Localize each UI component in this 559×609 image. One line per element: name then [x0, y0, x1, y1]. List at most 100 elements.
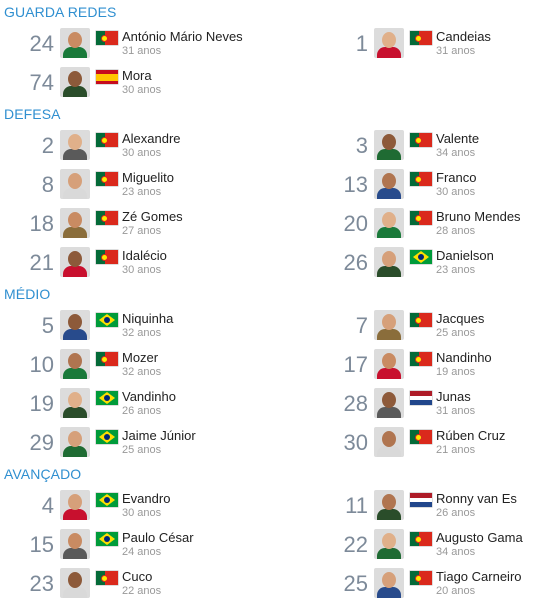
portugal-flag — [410, 430, 432, 444]
player-card[interactable]: 20 Bruno Mendes 28 anos — [330, 208, 559, 244]
shirt-number: 13 — [343, 172, 368, 197]
player-card[interactable]: 74 Mora 30 anos — [16, 67, 286, 103]
shirt-number: 4 — [41, 493, 54, 518]
player-age: 31 anos — [436, 45, 476, 57]
player-age: 31 anos — [122, 45, 162, 57]
player-photo[interactable] — [60, 247, 90, 277]
player-card[interactable]: 13 Franco 30 anos — [330, 169, 559, 205]
player-name[interactable]: Vandinho — [122, 389, 176, 404]
player-photo[interactable] — [60, 130, 90, 160]
player-photo[interactable] — [374, 310, 404, 340]
player-age: 31 anos — [436, 405, 476, 417]
player-name[interactable]: Jacques — [436, 311, 484, 326]
player-name[interactable]: Evandro — [122, 491, 170, 506]
player-age: 30 anos — [122, 507, 162, 519]
player-name[interactable]: Nandinho — [436, 350, 492, 365]
player-card[interactable]: 22 Augusto Gama 34 anos — [330, 529, 559, 565]
player-card[interactable]: 30 Rúben Cruz 21 anos — [330, 427, 559, 463]
player-name[interactable]: Jaime Júnior — [122, 428, 196, 443]
portugal-flag — [410, 532, 432, 546]
player-card[interactable]: 23 Cuco 22 anos — [16, 568, 286, 604]
player-name[interactable]: Zé Gomes — [122, 209, 183, 224]
player-photo[interactable] — [374, 568, 404, 598]
shirt-number: 74 — [29, 70, 54, 95]
player-photo[interactable] — [60, 67, 90, 97]
player-card[interactable]: 24 António Mário Neves 31 anos — [16, 28, 286, 64]
player-card[interactable]: 19 Vandinho 26 anos — [16, 388, 286, 424]
shirt-number: 20 — [343, 211, 368, 236]
brazil-flag — [96, 391, 118, 405]
player-name[interactable]: Mozer — [122, 350, 158, 365]
player-age: 23 anos — [436, 264, 476, 276]
player-card[interactable]: 5 Niquinha 32 anos — [16, 310, 286, 346]
player-name[interactable]: Mora — [122, 68, 152, 83]
player-name[interactable]: Franco — [436, 170, 476, 185]
player-age: 34 anos — [436, 147, 476, 159]
player-photo[interactable] — [60, 349, 90, 379]
player-photo[interactable] — [374, 28, 404, 58]
player-photo[interactable] — [374, 247, 404, 277]
player-name[interactable]: Miguelito — [122, 170, 174, 185]
player-photo[interactable] — [374, 169, 404, 199]
player-card[interactable]: 11 Ronny van Es 26 anos — [330, 490, 559, 526]
player-name[interactable]: António Mário Neves — [122, 29, 243, 44]
player-age: 25 anos — [436, 327, 476, 339]
player-card[interactable]: 25 Tiago Carneiro 20 anos — [330, 568, 559, 604]
player-name[interactable]: Alexandre — [122, 131, 181, 146]
player-name[interactable]: Junas — [436, 389, 471, 404]
player-card[interactable]: 18 Zé Gomes 27 anos — [16, 208, 286, 244]
player-name[interactable]: Valente — [436, 131, 479, 146]
player-name[interactable]: Tiago Carneiro — [436, 569, 522, 584]
player-card[interactable]: 15 Paulo César 24 anos — [16, 529, 286, 565]
player-photo[interactable] — [374, 388, 404, 418]
player-photo[interactable] — [374, 427, 404, 457]
player-photo[interactable] — [60, 490, 90, 520]
player-photo[interactable] — [60, 310, 90, 340]
player-photo[interactable] — [60, 568, 90, 598]
portugal-flag — [96, 352, 118, 366]
player-name[interactable]: Rúben Cruz — [436, 428, 505, 443]
player-name[interactable]: Candeias — [436, 29, 491, 44]
player-photo[interactable] — [374, 349, 404, 379]
player-photo[interactable] — [374, 130, 404, 160]
shirt-number: 5 — [41, 313, 54, 338]
player-age: 26 anos — [436, 507, 476, 519]
player-card[interactable]: 28 Junas 31 anos — [330, 388, 559, 424]
player-photo[interactable] — [60, 169, 90, 199]
player-name[interactable]: Bruno Mendes — [436, 209, 521, 224]
player-card[interactable]: 29 Jaime Júnior 25 anos — [16, 427, 286, 463]
player-name[interactable]: Idalécio — [122, 248, 167, 263]
player-card[interactable]: 26 Danielson 23 anos — [330, 247, 559, 283]
player-photo[interactable] — [60, 28, 90, 58]
player-name[interactable]: Paulo César — [122, 530, 194, 545]
player-card[interactable]: 3 Valente 34 anos — [330, 130, 559, 166]
player-photo[interactable] — [60, 427, 90, 457]
player-photo[interactable] — [60, 529, 90, 559]
player-name[interactable]: Ronny van Es — [436, 491, 517, 506]
shirt-number: 19 — [29, 391, 54, 416]
player-card[interactable]: 7 Jacques 25 anos — [330, 310, 559, 346]
player-name[interactable]: Cuco — [122, 569, 152, 584]
player-age: 30 anos — [436, 186, 476, 198]
player-card[interactable]: 21 Idalécio 30 anos — [16, 247, 286, 283]
player-name[interactable]: Augusto Gama — [436, 530, 523, 545]
portugal-flag — [96, 211, 118, 225]
player-card[interactable]: 10 Mozer 32 anos — [16, 349, 286, 385]
player-photo[interactable] — [60, 208, 90, 238]
player-name[interactable]: Danielson — [436, 248, 494, 263]
player-name[interactable]: Niquinha — [122, 311, 173, 326]
player-photo[interactable] — [374, 490, 404, 520]
player-card[interactable]: 4 Evandro 30 anos — [16, 490, 286, 526]
player-card[interactable]: 8 Miguelito 23 anos — [16, 169, 286, 205]
player-card[interactable]: 1 Candeias 31 anos — [330, 28, 559, 64]
player-card[interactable]: 17 Nandinho 19 anos — [330, 349, 559, 385]
brazil-flag — [96, 532, 118, 546]
player-photo[interactable] — [374, 208, 404, 238]
player-age: 32 anos — [122, 366, 162, 378]
brazil-flag — [96, 493, 118, 507]
brazil-flag — [96, 430, 118, 444]
player-age: 27 anos — [122, 225, 162, 237]
player-photo[interactable] — [374, 529, 404, 559]
player-card[interactable]: 2 Alexandre 30 anos — [16, 130, 286, 166]
player-photo[interactable] — [60, 388, 90, 418]
